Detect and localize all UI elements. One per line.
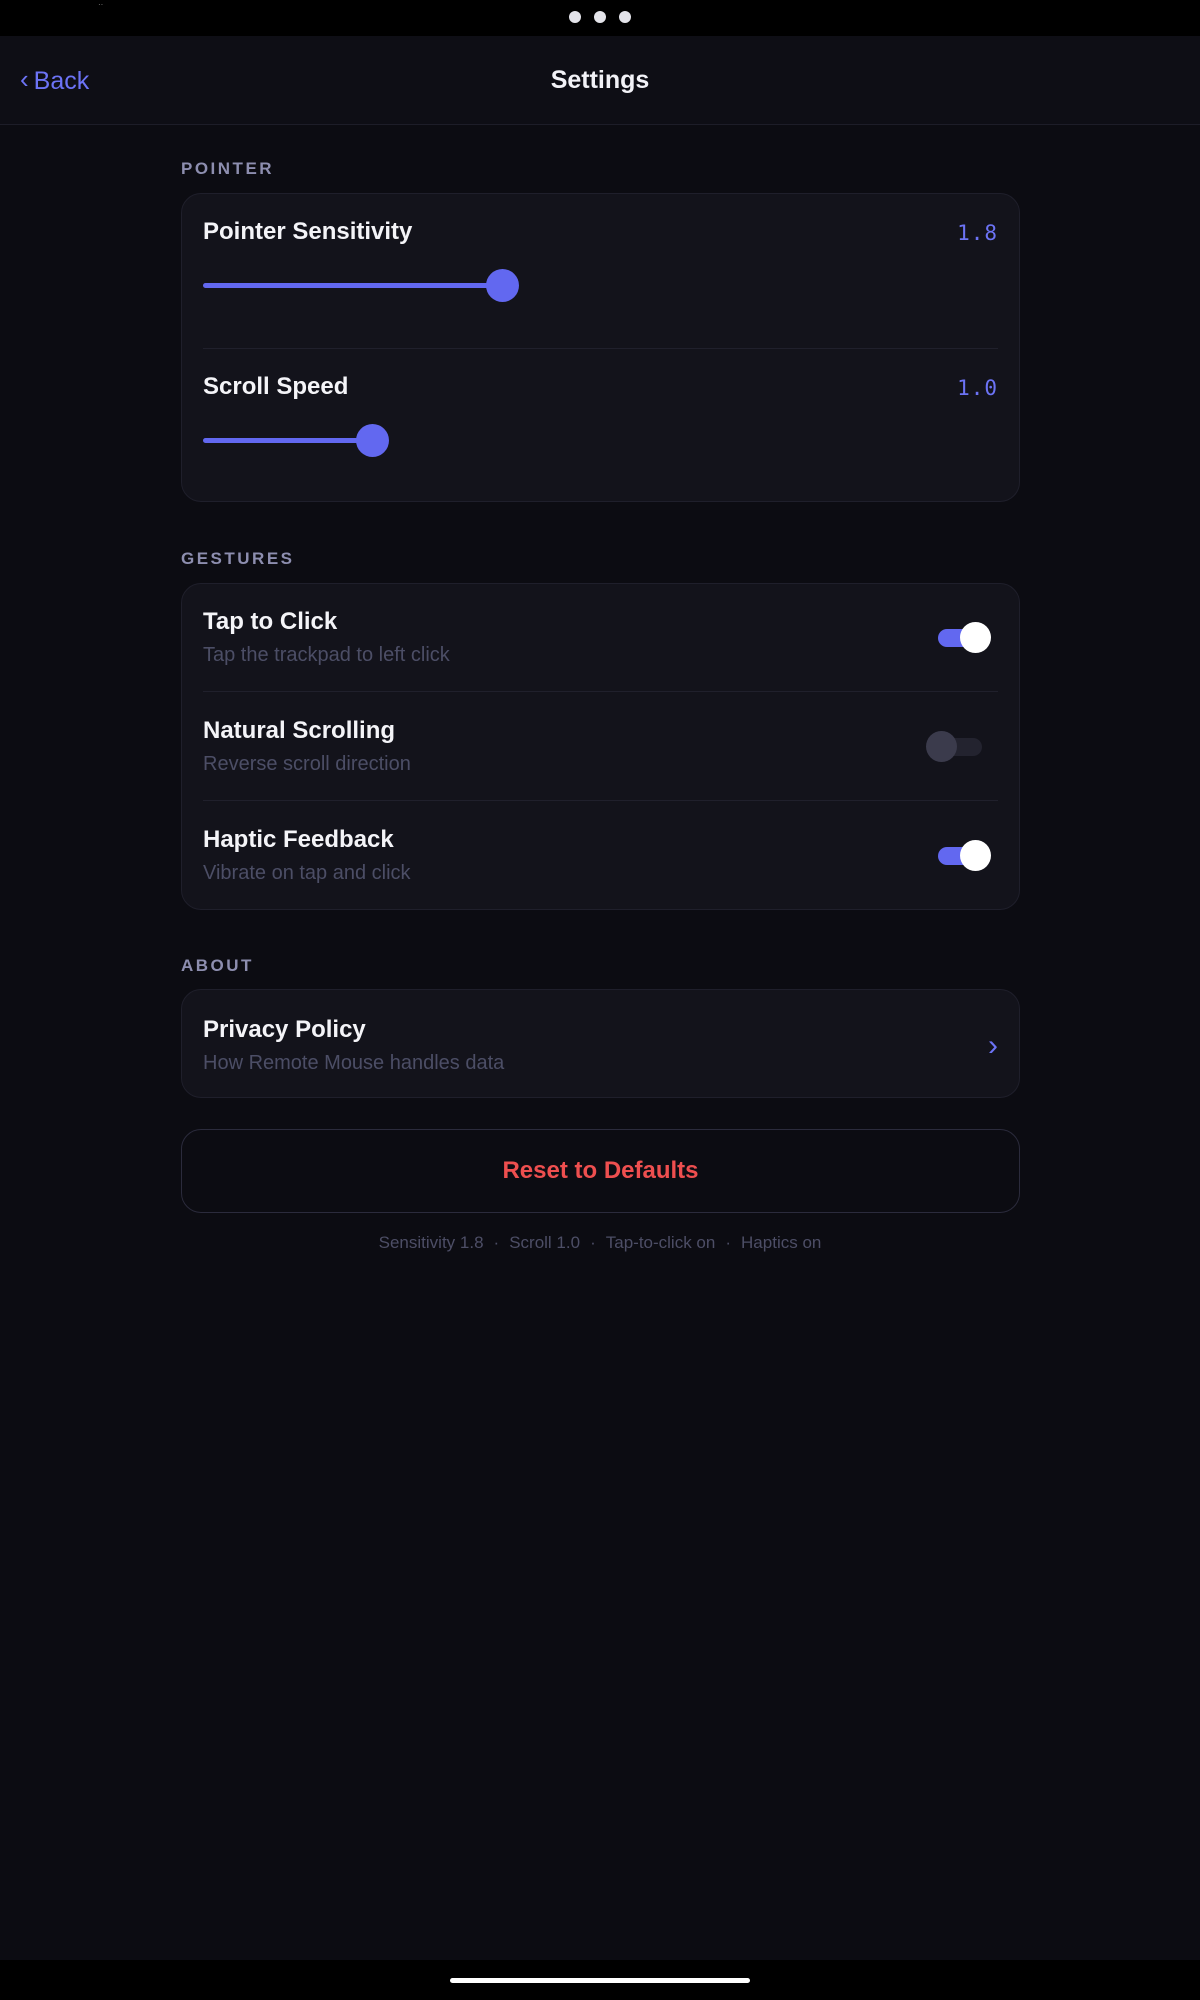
summary-haptics: Haptics on [741, 1233, 822, 1252]
scroll-speed-slider-thumb[interactable] [356, 424, 389, 457]
status-bar: ·· [0, 0, 1200, 36]
divider [203, 348, 998, 349]
page-title: Settings [550, 66, 650, 94]
natural-scrolling-row[interactable]: Natural Scrolling Reverse scroll directi… [203, 717, 998, 787]
scroll-speed-slider-fill[interactable] [203, 438, 373, 443]
toggle-knob [960, 622, 991, 653]
section-label-gestures: GESTURES [181, 549, 295, 568]
summary-separator: · [590, 1233, 596, 1252]
natural-scrolling-title: Natural Scrolling [203, 717, 396, 744]
tap-to-click-subtitle: Tap the trackpad to left click [203, 644, 450, 666]
pointer-sensitivity-slider-thumb[interactable] [486, 269, 519, 302]
haptic-feedback-title: Haptic Feedback [203, 826, 394, 853]
haptic-feedback-toggle[interactable] [938, 840, 994, 871]
privacy-policy-title: Privacy Policy [203, 1016, 366, 1043]
natural-scrolling-toggle[interactable] [926, 731, 984, 762]
bottom-bar [0, 1960, 1200, 2000]
multitasking-dots[interactable] [569, 11, 631, 23]
pointer-sensitivity-row: Pointer Sensitivity 1.8 [203, 218, 998, 338]
dot-icon [569, 11, 581, 23]
haptic-feedback-row[interactable]: Haptic Feedback Vibrate on tap and click [203, 826, 998, 896]
status-indicator: ·· [98, 0, 104, 9]
scroll-speed-row: Scroll Speed 1.0 [203, 373, 998, 493]
pointer-sensitivity-value: 1.8 [957, 221, 998, 245]
section-label-about: ABOUT [181, 956, 254, 975]
haptic-feedback-subtitle: Vibrate on tap and click [203, 862, 411, 884]
summary-tap: Tap-to-click on [605, 1233, 716, 1252]
scroll-speed-value: 1.0 [957, 376, 998, 400]
tap-to-click-title: Tap to Click [203, 608, 338, 635]
home-indicator[interactable] [450, 1978, 750, 1983]
privacy-policy-subtitle: How Remote Mouse handles data [203, 1052, 505, 1074]
summary-scroll: Scroll 1.0 [509, 1233, 581, 1252]
navigation-bar: ‹ Back Settings [0, 36, 1200, 125]
scroll-speed-label: Scroll Speed [203, 373, 349, 400]
tap-to-click-toggle[interactable] [938, 622, 994, 653]
pointer-sensitivity-slider-fill[interactable] [203, 283, 503, 288]
settings-summary: Sensitivity 1.8 · Scroll 1.0 · Tap-to-click … [0, 1233, 1200, 1253]
reset-to-defaults-button[interactable]: Reset to Defaults [181, 1129, 1020, 1213]
about-card: Privacy Policy How Remote Mouse handles … [181, 989, 1020, 1098]
summary-sensitivity: Sensitivity 1.8 [378, 1233, 484, 1252]
privacy-policy-row[interactable]: Privacy Policy How Remote Mouse handles … [203, 1016, 998, 1086]
summary-separator: · [725, 1233, 732, 1252]
tap-to-click-row[interactable]: Tap to Click Tap the trackpad to left cl… [203, 608, 998, 678]
toggle-knob [926, 731, 957, 762]
natural-scrolling-subtitle: Reverse scroll direction [203, 753, 411, 775]
section-label-pointer: POINTER [181, 159, 275, 178]
pointer-card: Pointer Sensitivity 1.8 Scroll Speed 1.0 [181, 193, 1020, 502]
divider [203, 691, 998, 692]
gestures-card: Tap to Click Tap the trackpad to left cl… [181, 583, 1020, 910]
summary-separator: · [493, 1233, 500, 1252]
chevron-right-icon: › [988, 1029, 998, 1062]
dot-icon [594, 11, 606, 23]
dot-icon [619, 11, 631, 23]
divider [203, 800, 998, 801]
toggle-knob [960, 840, 991, 871]
pointer-sensitivity-label: Pointer Sensitivity [203, 218, 413, 245]
